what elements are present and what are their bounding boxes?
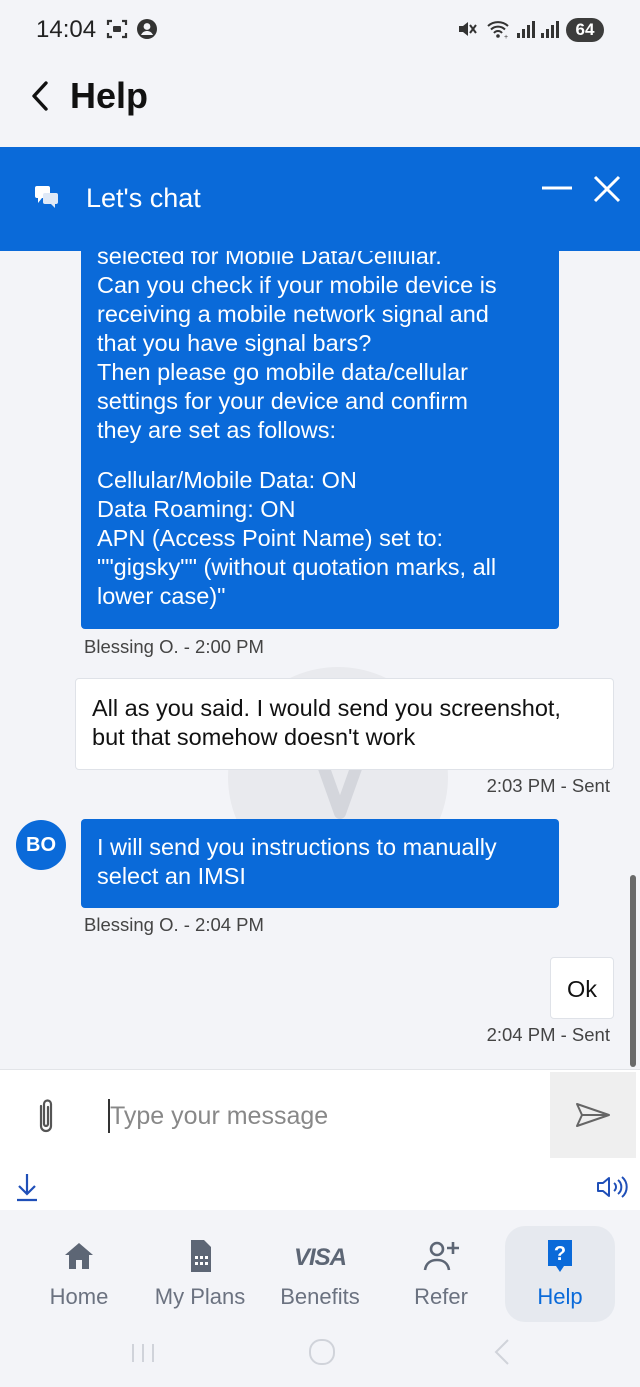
svg-text:+: + — [504, 34, 508, 40]
download-transcript-button[interactable] — [14, 1172, 40, 1202]
agent-message-bubble: I will send you instructions to manually… — [81, 819, 559, 908]
agent-message-bubble: selected for Mobile Data/Cellular. Can y… — [81, 251, 559, 629]
send-icon — [576, 1103, 610, 1127]
message-line: Cellular/Mobile Data: ON — [97, 467, 357, 493]
user-message-bubble: All as you said. I would send you screen… — [75, 678, 614, 770]
message-meta: Blessing O. - 2:00 PM — [84, 636, 264, 657]
sound-toggle-button[interactable] — [596, 1174, 628, 1200]
nav-item-benefits[interactable]: VISA Benefits — [265, 1226, 375, 1322]
recent-apps-button[interactable] — [128, 1338, 158, 1368]
account-icon — [137, 19, 157, 39]
visa-icon: VISA — [293, 1244, 347, 1271]
home-icon — [65, 1243, 93, 1269]
help-icon: ? — [548, 1240, 572, 1272]
user-message-bubble: Ok — [550, 957, 614, 1019]
message-line: select an IMSI — [97, 863, 246, 889]
chat-tools-bar — [0, 1161, 640, 1210]
nav-item-help[interactable]: ? Help — [505, 1226, 615, 1322]
signal-icon — [517, 21, 535, 38]
page-title: Help — [70, 75, 149, 116]
nav-label: Refer — [414, 1284, 468, 1309]
message-line: All as you said. I would send you screen… — [92, 695, 561, 721]
home-system-button[interactable] — [306, 1336, 338, 1368]
svg-text:?: ? — [554, 1243, 566, 1265]
mute-icon — [459, 22, 477, 36]
add-person-icon — [423, 1241, 459, 1271]
message-line: lower case)" — [97, 583, 226, 609]
wifi-icon: + — [487, 21, 509, 40]
message-line: Can you check if your mobile device is — [97, 272, 497, 298]
chat-scrollbar[interactable] — [630, 875, 636, 1067]
nav-item-my-plans[interactable]: My Plans — [145, 1226, 255, 1322]
nav-label: Home — [49, 1284, 109, 1309]
message-line: I will send you instructions to manually — [97, 834, 497, 860]
message-line: ""gigsky"" (without quotation marks, all — [97, 554, 497, 580]
message-line: Then please go mobile data/cellular — [97, 359, 469, 385]
agent-avatar: BO — [16, 820, 66, 870]
message-line: settings for your device and confirm — [97, 388, 468, 414]
send-button[interactable] — [550, 1072, 636, 1158]
nav-item-refer[interactable]: Refer — [386, 1226, 496, 1322]
nav-label: Help — [537, 1284, 583, 1309]
back-button[interactable] — [24, 78, 60, 114]
message-meta: 2:04 PM - Sent — [486, 1024, 610, 1045]
message-text: selected for Mobile Data/Cellular. Can y… — [97, 251, 543, 611]
minimize-button[interactable] — [540, 182, 574, 198]
message-line: they are set as follows: — [97, 417, 337, 443]
chat-title: Let's chat — [86, 183, 201, 213]
nav-item-home[interactable]: Home — [24, 1226, 134, 1322]
message-meta: 2:03 PM - Sent — [486, 775, 610, 796]
message-input[interactable] — [104, 1088, 556, 1144]
status-time: 14:04 — [36, 16, 97, 43]
nav-label: Benefits — [280, 1284, 360, 1309]
message-meta: Blessing O. - 2:04 PM — [84, 914, 264, 935]
signal-icon-2 — [541, 21, 559, 38]
battery-indicator: 64 — [566, 18, 604, 42]
screenshot-icon — [106, 19, 128, 39]
message-line: APN (Access Point Name) set to: — [97, 525, 444, 551]
message-line: but that somehow doesn't work — [92, 724, 416, 750]
attach-file-button[interactable] — [30, 1096, 62, 1136]
message-line: receiving a mobile network signal and — [97, 301, 489, 327]
text-caret — [108, 1099, 110, 1133]
sim-card-icon — [191, 1240, 211, 1272]
close-button[interactable] — [590, 172, 624, 206]
message-line: Data Roaming: ON — [97, 496, 296, 522]
message-line: Ok — [566, 976, 598, 1002]
message-line: that you have signal bars? — [97, 330, 372, 356]
chat-bubbles-icon — [35, 186, 58, 208]
nav-label: My Plans — [154, 1284, 246, 1309]
chat-transcript[interactable]: selected for Mobile Data/Cellular. Can y… — [0, 251, 640, 1069]
back-system-button[interactable] — [490, 1336, 514, 1368]
message-line: selected for Mobile Data/Cellular. — [97, 251, 442, 269]
